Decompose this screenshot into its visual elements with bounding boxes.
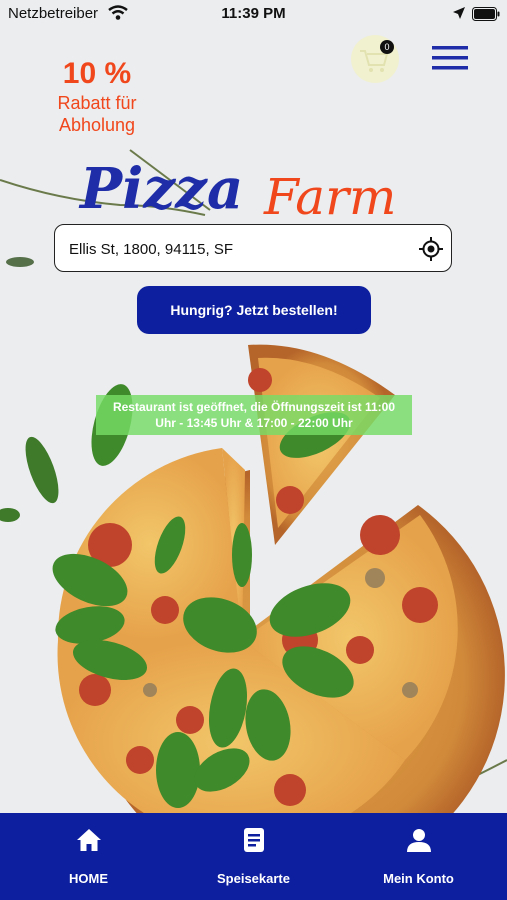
clock: 11:39 PM [221,5,286,22]
notice-line-1: Restaurant ist geöffnet, die Öffnungszei… [112,400,396,414]
cart-icon [351,35,399,83]
logo-word-2: Farm [263,168,396,226]
tab-mein-konto-label: Mein Konto [383,871,454,886]
tab-home[interactable]: HOME [4,813,173,900]
tab-speisekarte[interactable]: Speisekarte [169,813,338,900]
order-now-button[interactable]: Hungrig? Jetzt bestellen! [137,286,371,334]
menu-card-icon [244,828,264,852]
address-field [54,224,452,272]
tab-mein-konto[interactable]: Mein Konto [334,813,503,900]
promo-percent: 10 % [62,57,132,90]
home-icon [77,829,101,851]
locate-me-icon[interactable] [419,237,443,261]
hamburger-menu-icon[interactable] [432,44,468,72]
tab-home-label: HOME [69,871,108,886]
cart-count-badge: 0 [380,40,394,54]
promo-line-1: Rabatt für [57,93,137,113]
account-icon [407,829,431,852]
opening-hours-notice: Restaurant ist geöffnet, die Öffnungszei… [96,395,412,435]
tab-speisekarte-label: Speisekarte [217,871,290,886]
cart-button[interactable]: 0 [348,34,402,84]
status-bar: Netzbetreiber 11:39 PM [0,0,507,28]
logo-word-1: Pizza [78,156,243,222]
bottom-tab-bar: HOME Speisekarte Mein Konto [0,813,507,900]
address-input[interactable] [67,235,411,263]
promo-banner: 10 % Rabatt für Abholung [40,56,154,136]
location-arrow-icon [453,7,465,19]
notice-line-2: Uhr - 13:45 Uhr & 17:00 - 22:00 Uhr [155,416,353,430]
pizza-farm-logo: Pizza Farm [78,156,396,226]
promo-line-2: Abholung [58,115,136,135]
battery-icon [472,7,500,21]
